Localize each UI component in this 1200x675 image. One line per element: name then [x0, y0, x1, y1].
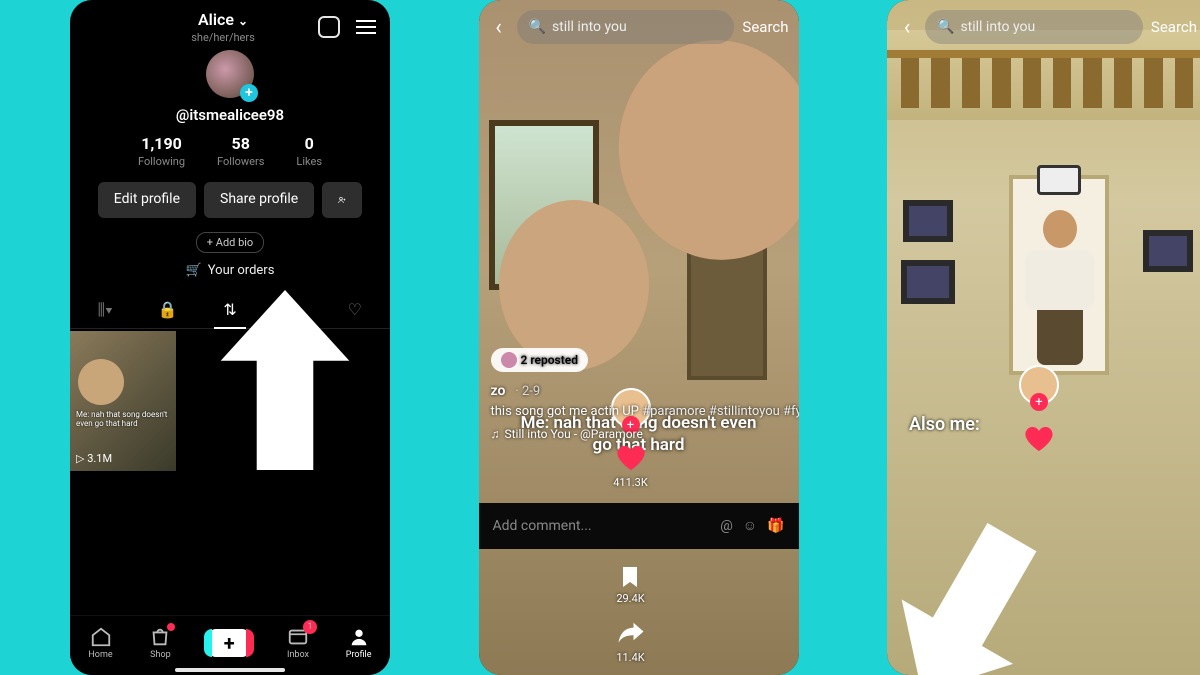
menu-icon[interactable] — [356, 20, 376, 34]
nav-shop[interactable]: Shop — [149, 626, 171, 660]
action-rail: + — [887, 365, 1199, 455]
creator-avatar[interactable]: + — [1019, 365, 1059, 405]
search-button[interactable]: Search — [742, 18, 788, 36]
follow-plus-icon[interactable]: + — [1030, 393, 1048, 411]
nav-profile[interactable]: Profile — [346, 626, 372, 660]
video-meta: 2 reposted zo · 2-9 this song got me act… — [491, 348, 799, 441]
tutorial-arrow-icon — [220, 290, 350, 470]
thumbnail-caption: Me: nah that song doesn't even go that h… — [76, 411, 170, 429]
mention-icon[interactable]: @ — [720, 518, 733, 534]
gift-icon[interactable]: 🎁 — [767, 518, 784, 534]
post-date: · 2-9 — [515, 384, 540, 399]
person-plus-icon — [338, 191, 346, 209]
username[interactable]: @itsmealicee98 — [70, 106, 390, 124]
tab-private[interactable]: 🔒 — [136, 292, 198, 328]
share-button[interactable]: 11.4K — [615, 619, 647, 664]
profile-pronouns: she/her/hers — [191, 31, 255, 44]
share-icon — [615, 619, 647, 649]
add-bio-button[interactable]: + Add bio — [196, 232, 264, 253]
save-button[interactable]: 29.4K — [616, 562, 644, 605]
profile-screen: Alice ⌄ she/her/hers + @itsmealicee98 1,… — [70, 0, 390, 675]
profile-icon — [348, 626, 370, 648]
share-profile-button[interactable]: Share profile — [204, 182, 314, 218]
stat-likes[interactable]: 0 Likes — [296, 134, 322, 168]
heart-icon[interactable] — [1023, 423, 1055, 455]
video-screen: ‹ 🔍 still into you Search Me: nah that s… — [479, 0, 799, 675]
heart-icon — [615, 442, 647, 474]
edit-profile-button[interactable]: Edit profile — [98, 182, 196, 218]
music-note-icon: ♫ — [491, 427, 500, 441]
grid-icon: ⫼▾ — [98, 300, 113, 319]
sound-link[interactable]: ♫ Still into You - @Paramore — [491, 427, 799, 441]
nav-home[interactable]: Home — [88, 626, 112, 660]
cart-icon: 🛒 — [186, 263, 202, 278]
back-button[interactable]: ‹ — [897, 15, 917, 40]
your-orders-link[interactable]: 🛒 Your orders — [70, 263, 390, 278]
add-avatar-icon[interactable]: + — [240, 84, 258, 102]
shop-icon — [149, 626, 171, 648]
home-indicator — [175, 668, 285, 672]
emoji-icon[interactable]: ☺ — [743, 517, 757, 534]
search-icon: 🔍 — [937, 19, 954, 35]
inbox-icon: 1 — [287, 626, 309, 648]
nav-inbox[interactable]: 1 Inbox — [287, 626, 309, 660]
video-thumbnail[interactable]: Me: nah that song doesn't even go that h… — [70, 331, 176, 471]
footprint-icon[interactable] — [318, 16, 340, 38]
comment-input[interactable]: Add comment... @ ☺ 🎁 — [479, 503, 799, 549]
repost-chip[interactable]: 2 reposted — [491, 348, 588, 372]
like-button[interactable]: 411.3K — [613, 442, 648, 489]
back-button[interactable]: ‹ — [489, 15, 509, 40]
share-sheet-screen: ‹ 🔍 still into you Search Also me: + Sen… — [887, 0, 1200, 675]
thumbnail-views: ▷ 3.1M — [76, 452, 112, 465]
search-icon: 🔍 — [529, 19, 546, 35]
search-input[interactable]: 🔍 still into you — [925, 10, 1143, 44]
stat-followers[interactable]: 58 Followers — [217, 134, 264, 168]
stats-row: 1,190 Following 58 Followers 0 Likes — [70, 134, 390, 168]
avatar[interactable]: + — [206, 50, 254, 98]
stat-following[interactable]: 1,190 Following — [138, 134, 185, 168]
lock-icon: 🔒 — [158, 300, 178, 319]
home-icon — [90, 626, 112, 648]
search-input[interactable]: 🔍 still into you — [517, 10, 735, 44]
add-friend-button[interactable] — [322, 182, 362, 218]
video-description[interactable]: this song got me actin UP #paramore #sti… — [491, 403, 799, 421]
author-name[interactable]: zo — [491, 383, 506, 399]
tab-feed[interactable]: ⫼▾ — [74, 292, 136, 328]
search-button[interactable]: Search — [1151, 18, 1197, 36]
bottom-nav: Home Shop + 1 Inbox Profile — [70, 615, 390, 675]
bookmark-icon — [618, 562, 642, 590]
nav-create[interactable]: + — [208, 629, 250, 657]
profile-name[interactable]: Alice ⌄ — [191, 10, 255, 29]
create-icon: + — [208, 629, 250, 657]
